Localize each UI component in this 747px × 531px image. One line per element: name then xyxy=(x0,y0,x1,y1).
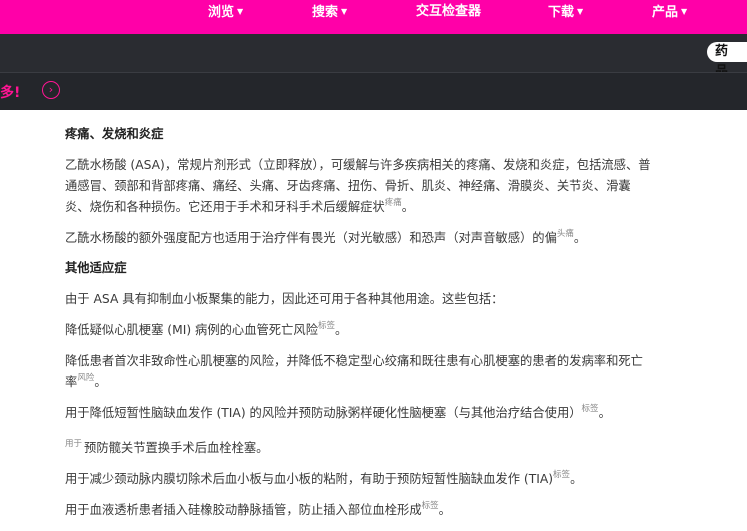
punctuation: 。 xyxy=(335,323,348,337)
paragraph-carotid: 用于减少颈动脉内膜切除术后血小板与血小板的粘附，有助于预防短暂性脑缺血发作 (T… xyxy=(65,469,655,490)
reference-tag[interactable]: 用于 xyxy=(65,439,82,449)
section-heading-other-indications: 其他适应症 xyxy=(65,261,127,275)
punctuation: 。 xyxy=(570,472,583,486)
nav-browse[interactable]: 浏览 ▼ xyxy=(208,0,243,24)
paragraph-text: 预防髋关节置换手术后血栓栓塞。 xyxy=(84,441,269,455)
nav-download-label: 下载 xyxy=(548,5,575,20)
paragraph-mi-risk: 降低疑似心肌梗塞 (MI) 病例的心血管死亡风险标签。 xyxy=(65,320,655,341)
reference-tag[interactable]: 头痛 xyxy=(557,229,574,239)
nav-products-label: 产品 xyxy=(652,5,679,20)
paragraph-text: 用于减少颈动脉内膜切除术后血小板与血小板的粘附，有助于预防短暂性脑缺血发作 (T… xyxy=(65,472,554,486)
arrow-right-circle-icon[interactable]: › xyxy=(42,81,60,99)
reference-tag[interactable]: 疼痛 xyxy=(385,198,402,208)
caret-down-icon: ▼ xyxy=(237,7,244,16)
paragraph-migraine: 乙酰水杨酸的额外强度配方也适用于治疗伴有畏光（对光敏感）和恐声（对声音敏感）的偏… xyxy=(65,229,587,245)
reference-tag[interactable]: 标签 xyxy=(422,501,439,511)
nav-browse-label: 浏览 xyxy=(208,5,235,20)
punctuation: 。 xyxy=(94,375,107,389)
nav-interaction-checker[interactable]: 交互检查器 xyxy=(416,0,481,24)
paragraph-text: 降低疑似心肌梗塞 (MI) 病例的心血管死亡风险 xyxy=(65,323,318,337)
caret-down-icon: ▼ xyxy=(577,7,584,16)
paragraph-text: 乙酰水杨酸 (ASA)，常规片剂形式（立即释放），可缓解与许多疾病相关的疼痛、发… xyxy=(65,158,651,214)
punctuation: 。 xyxy=(438,503,451,517)
paragraph-pain-fever: 乙酰水杨酸 (ASA)，常规片剂形式（立即释放），可缓解与许多疾病相关的疼痛、发… xyxy=(65,158,651,214)
nav-search-label: 搜索 xyxy=(312,5,339,20)
search-category-drugs[interactable]: 药品 xyxy=(707,42,747,79)
promo-text: 多! xyxy=(0,85,21,101)
article-body: 疼痛、发烧和炎症 乙酰水杨酸 (ASA)，常规片剂形式（立即释放），可缓解与许多… xyxy=(65,118,655,521)
paragraph-text: 乙酰水杨酸的额外强度配方也适用于治疗伴有畏光（对光敏感）和恐声（对声音敏感）的偏 xyxy=(65,231,557,245)
paragraph-first-mi: 降低患者首次非致命性心肌梗塞的风险，并降低不稳定型心绞痛和既往患有心肌梗塞的患者… xyxy=(65,351,655,393)
paragraph-text: 用于血液透析患者插入硅橡胶动静脉插管，防止插入部位血栓形成 xyxy=(65,503,422,517)
top-navigation: 浏览 ▼ 搜索 ▼ 交互检查器 下载 ▼ 产品 ▼ xyxy=(0,0,747,34)
section-heading-pain: 疼痛、发烧和炎症 xyxy=(65,127,164,141)
paragraph-text: 降低患者首次非致命性心肌梗塞的风险，并降低不稳定型心绞痛和既往患有心肌梗塞的患者… xyxy=(65,354,643,389)
reference-tag[interactable]: 标签 xyxy=(582,404,599,414)
reference-tag[interactable]: 标签 xyxy=(318,321,335,331)
paragraph-text: 用于降低短暂性脑缺血发作 (TIA) 的风险并预防动脉粥样硬化性脑梗塞（与其他治… xyxy=(65,406,582,420)
reference-tag[interactable]: 风险 xyxy=(77,373,94,383)
nav-download[interactable]: 下载 ▼ xyxy=(548,0,583,24)
nav-products[interactable]: 产品 ▼ xyxy=(652,0,687,24)
promo-banner: 多! › xyxy=(0,72,747,110)
search-bar xyxy=(0,34,747,72)
paragraph-antiplatelet: 由于 ASA 具有抑制血小板聚集的能力，因此还可用于各种其他用途。这些包括： xyxy=(65,292,504,306)
paragraph-hip-replacement: 用于 预防髋关节置换手术后血栓栓塞。 xyxy=(65,434,655,459)
caret-down-icon: ▼ xyxy=(681,7,688,16)
reference-tag[interactable]: 标签 xyxy=(553,470,570,480)
punctuation: 。 xyxy=(598,406,611,420)
nav-interaction-checker-label: 交互检查器 xyxy=(416,4,482,19)
paragraph-tia: 用于降低短暂性脑缺血发作 (TIA) 的风险并预防动脉粥样硬化性脑梗塞（与其他治… xyxy=(65,403,655,424)
paragraph-hemodialysis: 用于血液透析患者插入硅橡胶动静脉插管，防止插入部位血栓形成标签。 xyxy=(65,500,655,521)
nav-search[interactable]: 搜索 ▼ xyxy=(312,0,347,24)
caret-down-icon: ▼ xyxy=(341,7,348,16)
